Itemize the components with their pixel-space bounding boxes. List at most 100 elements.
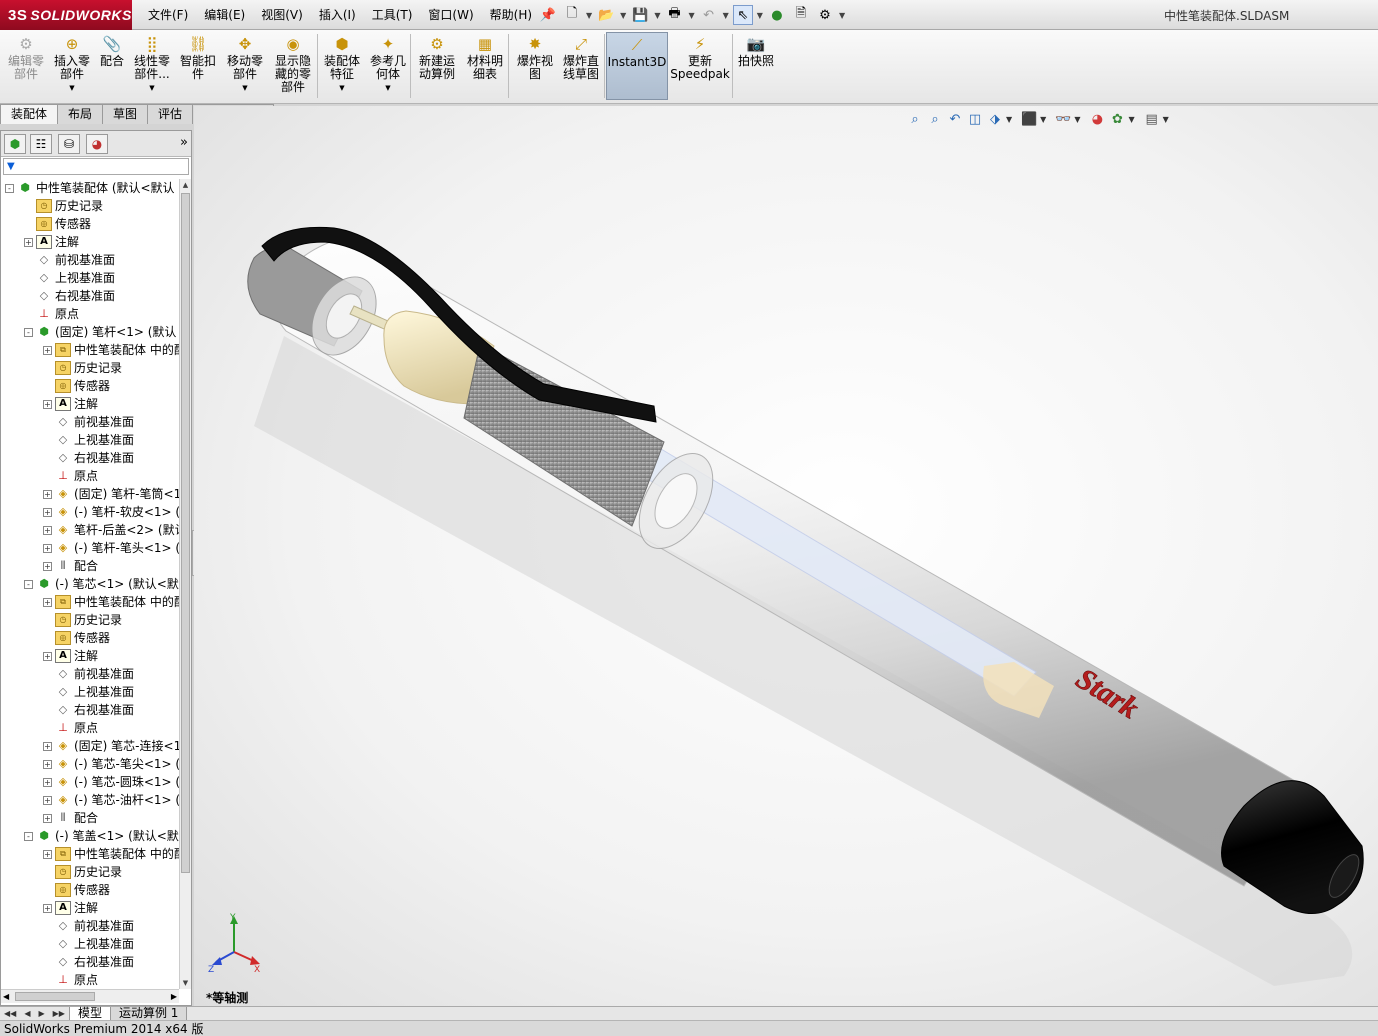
ribbon-button-snapshot[interactable]: 📷 拍快照 (734, 32, 778, 100)
expand-icon[interactable]: + (43, 777, 52, 787)
collapse-icon[interactable]: - (24, 579, 33, 589)
ribbon-button-new-motion-study[interactable]: ⚙ 新建运 动算例 (414, 32, 460, 100)
ribbon-button-move-component[interactable]: ✥ 移动零 部件 ▼ (222, 32, 268, 100)
save-icon[interactable]: 💾 (630, 5, 650, 25)
open-folder-icon[interactable]: 📂 (596, 5, 616, 25)
menu-item[interactable]: 窗口(W) (420, 6, 481, 23)
zoom-to-area-icon[interactable]: ⌕ (926, 110, 944, 128)
display-manager-tab-icon[interactable]: ◕ (86, 134, 108, 154)
ribbon-button-insert-components[interactable]: ⊕ 插入零 部件 ▼ (50, 32, 94, 100)
menu-item[interactable]: 文件(F) (140, 6, 196, 23)
expand-icon[interactable]: + (43, 399, 52, 409)
view-settings-icon[interactable]: ▤ (1143, 110, 1161, 128)
view-settings-dropdown-icon[interactable]: ▼ (1163, 115, 1169, 124)
edit-appearance-icon[interactable]: ◕ (1088, 110, 1106, 128)
tree-item[interactable]: ◇ 右视基准面 (43, 953, 134, 971)
tree-item[interactable]: ◷ 历史记录 (43, 863, 122, 881)
save-dropdown-icon[interactable]: ▼ (654, 11, 660, 20)
tree-item[interactable]: +⧉中性笔装配体 中的配合 (43, 593, 179, 611)
view-orientation-icon[interactable]: ⬗ (986, 110, 1004, 128)
expand-icon[interactable]: + (43, 507, 52, 517)
tree-item[interactable]: + ◈ (-) 笔芯-油杆<1> (默 (43, 791, 179, 809)
expand-icon[interactable]: + (43, 903, 52, 913)
ribbon-button-assembly-features[interactable]: ⬢ 装配体 特征 ▼ (320, 32, 364, 100)
menu-item[interactable]: 插入(I) (311, 6, 364, 23)
tab-next-icon[interactable]: ▶ (34, 1007, 48, 1020)
tree-item[interactable]: ◷ 历史记录 (43, 611, 122, 629)
tree-item[interactable]: ◇ 右视基准面 (43, 449, 134, 467)
tab-1[interactable]: 布局 (57, 104, 104, 124)
tree-item[interactable]: + ◈ (-) 笔杆-笔头<1> (默 (43, 539, 179, 557)
tree-item[interactable]: + A 注解 (43, 647, 98, 665)
expand-icon[interactable]: + (43, 813, 52, 823)
tree-item[interactable]: ◇ 上视基准面 (43, 431, 134, 449)
collapse-icon[interactable]: - (24, 831, 33, 841)
tree-item[interactable]: + ◈ 笔杆-后盖<2> (默认< (43, 521, 179, 539)
expand-icon[interactable]: + (43, 759, 52, 769)
tab-first-icon[interactable]: ◀◀ (0, 1007, 20, 1020)
apply-scene-icon[interactable]: ✿ (1108, 110, 1126, 128)
chevron-down-icon[interactable]: ▼ (149, 82, 154, 95)
expand-icon[interactable]: + (43, 849, 52, 859)
tree-item[interactable]: ◇ 右视基准面 (24, 287, 115, 305)
tree-item[interactable]: + ◈ (-) 笔芯-圆珠<1> (默 (43, 773, 179, 791)
pin-icon[interactable]: 📌 (538, 5, 558, 25)
display-style-dropdown-icon[interactable]: ▼ (1040, 115, 1046, 124)
tree-item[interactable]: ⊥ 原点 (43, 719, 98, 737)
tree-item[interactable]: ◇ 前视基准面 (24, 251, 115, 269)
tab-prev-icon[interactable]: ◀ (20, 1007, 34, 1020)
tree-item[interactable]: + ◈ (固定) 笔芯-连接<1> (43, 737, 179, 755)
tab-last-icon[interactable]: ▶▶ (49, 1007, 69, 1020)
expand-icon[interactable]: + (43, 561, 52, 571)
pen-assembly-model[interactable]: Stark (194, 106, 1378, 1006)
chevron-down-icon[interactable]: ▼ (385, 82, 390, 95)
tree-item[interactable]: ◎ 传感器 (43, 881, 110, 899)
ribbon-button-show-hidden[interactable]: ◉ 显示隐 藏的零 部件 (270, 32, 316, 100)
expand-icon[interactable]: + (43, 651, 52, 661)
tab-3[interactable]: 评估 (147, 104, 194, 124)
tab-0[interactable]: 装配体 (0, 104, 59, 124)
section-view-icon[interactable]: ◫ (966, 110, 984, 128)
chevron-down-icon[interactable]: ▼ (242, 82, 247, 95)
tree-item[interactable]: ◷ 历史记录 (43, 359, 122, 377)
tree-item[interactable]: + A 注解 (43, 899, 98, 917)
ribbon-button-exploded-view[interactable]: ✸ 爆炸视 图 (512, 32, 558, 100)
tree-horizontal-scrollbar[interactable]: ◀ ▶ (1, 989, 179, 1003)
menu-item[interactable]: 视图(V) (253, 6, 311, 23)
undo-dropdown-icon[interactable]: ▼ (723, 11, 729, 20)
tab-motion-study[interactable]: 运动算例 1 (109, 1007, 188, 1021)
expand-icon[interactable]: + (43, 741, 52, 751)
chevron-down-icon[interactable]: ▼ (69, 82, 74, 95)
menu-item[interactable]: 帮助(H) (482, 6, 540, 23)
scroll-right-icon[interactable]: ▶ (171, 990, 177, 1004)
hide-show-items-icon[interactable]: 👓 (1054, 110, 1072, 128)
view-orientation-dropdown-icon[interactable]: ▼ (1006, 115, 1012, 124)
graphics-viewport[interactable]: Stark ⌕ ⌕ ↶ ◫ ⬗ ▼ ⬛ ▼ 👓 ▼ ◕ ✿ ▼ ▤ ▼ Y X Z *等轴… (194, 106, 1378, 1006)
undo-icon[interactable]: ↶ (699, 5, 719, 25)
display-style-icon[interactable]: ⬛ (1020, 110, 1038, 128)
expand-icon[interactable]: + (43, 543, 52, 553)
zoom-to-fit-icon[interactable]: ⌕ (906, 110, 924, 128)
tree-vertical-scrollbar[interactable]: ▲ ▼ (179, 179, 191, 989)
collapse-icon[interactable]: - (5, 183, 14, 193)
scroll-down-icon[interactable]: ▼ (180, 977, 191, 989)
tree-item[interactable]: +⧉中性笔装配体 中的配合 (43, 845, 179, 863)
tree-item[interactable]: + ⫴ 配合 (43, 557, 98, 575)
select-dropdown-icon[interactable]: ▼ (757, 11, 763, 20)
scene-dropdown-icon[interactable]: ▼ (1128, 115, 1134, 124)
hide-show-dropdown-icon[interactable]: ▼ (1074, 115, 1080, 124)
expand-icon[interactable]: + (43, 489, 52, 499)
scroll-up-icon[interactable]: ▲ (180, 179, 191, 191)
ribbon-button-instant3d[interactable]: ⟋ Instant3D (606, 32, 668, 100)
tree-item[interactable]: ◇ 上视基准面 (43, 935, 134, 953)
ribbon-button-mate[interactable]: 📎 配合 (96, 32, 128, 100)
tree-item[interactable]: + ◈ (-) 笔芯-笔尖<1> (默 (43, 755, 179, 773)
tree-item[interactable]: ◇ 上视基准面 (43, 683, 134, 701)
solidworks-logo[interactable]: 3S SOLIDWORKS (0, 0, 132, 30)
tree-item[interactable]: + ◈ (-) 笔杆-软皮<1> (默 (43, 503, 179, 521)
ribbon-button-smart-fasteners[interactable]: ⛓ 智能扣 件 (178, 32, 218, 100)
tree-item[interactable]: - ⬢ 中性笔装配体 (默认<默认 (5, 179, 175, 197)
tree-item[interactable]: + A 注解 (24, 233, 79, 251)
tree-item[interactable]: + A 注解 (43, 395, 98, 413)
tree-item[interactable]: - ⬢ (-) 笔芯<1> (默认<默 (24, 575, 179, 593)
